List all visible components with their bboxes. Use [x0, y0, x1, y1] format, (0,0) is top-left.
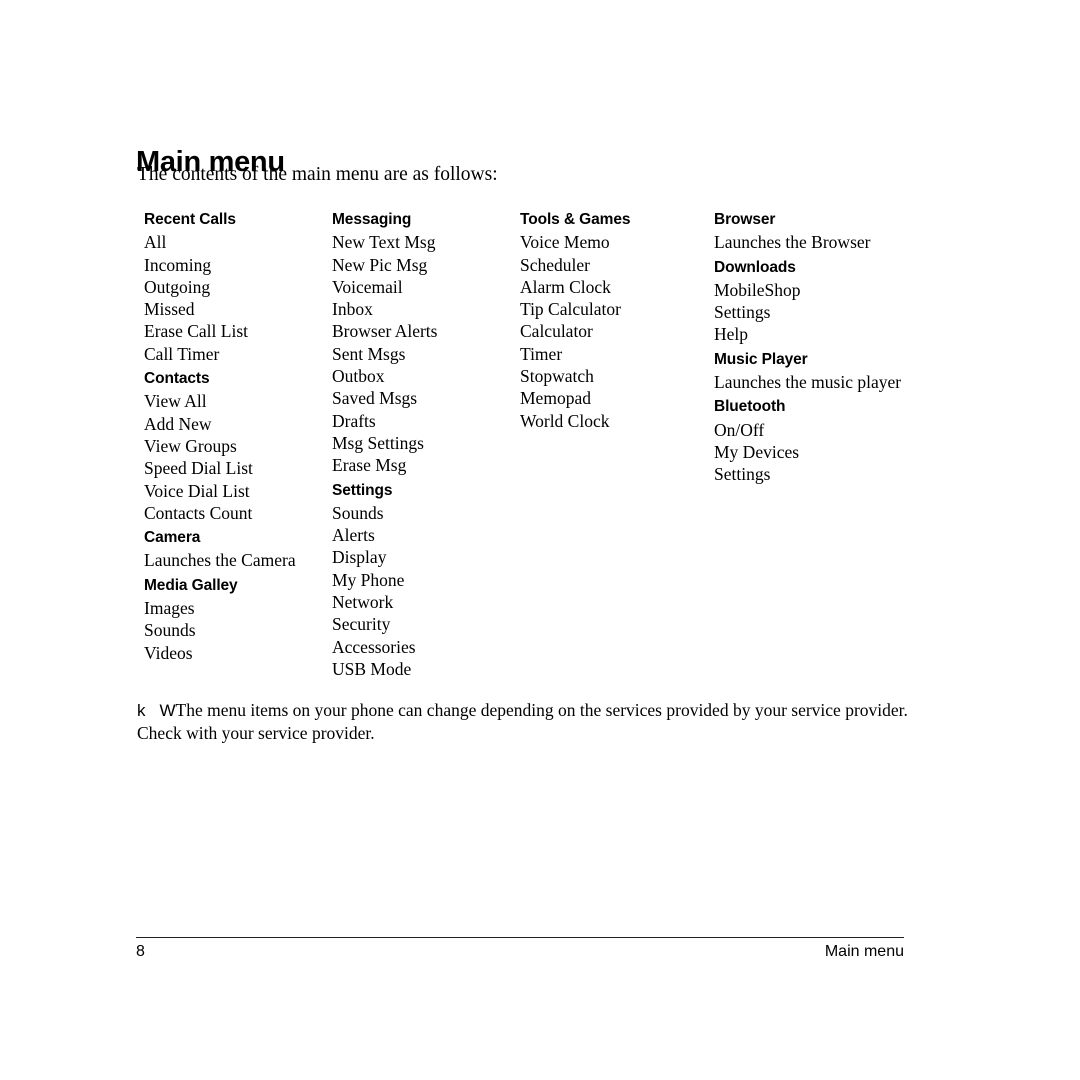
- menu-group-heading: Downloads: [714, 258, 796, 276]
- menu-item: Incoming: [144, 254, 212, 275]
- menu-group-heading: Browser: [714, 211, 776, 228]
- note-text: The menu items on your phone can change …: [137, 700, 908, 743]
- menu-item: Launches the Camera: [144, 550, 296, 571]
- menu-item: Network: [332, 592, 394, 613]
- menu-item: Display: [332, 547, 387, 568]
- menu-item: Sounds: [144, 620, 196, 641]
- footer-divider: [136, 937, 904, 938]
- menu-item: Sent Msgs: [332, 343, 406, 364]
- menu-item: Alarm Clock: [520, 276, 611, 297]
- menu-item: Add New: [144, 413, 212, 434]
- menu-item: Settings: [714, 302, 771, 323]
- menu-item: Accessories: [332, 636, 416, 657]
- menu-item: New Text Msg: [332, 232, 436, 253]
- menu-item: On/Off: [714, 419, 765, 440]
- menu-item: Voice Memo: [520, 232, 610, 253]
- menu-item: Drafts: [332, 410, 376, 431]
- menu-item: Msg Settings: [332, 432, 424, 453]
- menu-item: All: [144, 232, 167, 253]
- menu-column-3: Tools & Games Voice Memo Scheduler Alarm Cl…: [520, 209, 710, 432]
- menu-item: Erase Call List: [144, 321, 249, 342]
- menu-item: Call Timer: [144, 343, 220, 364]
- menu-group-heading: Music Player: [714, 350, 808, 368]
- menu-item: Browser Alerts: [332, 321, 438, 342]
- menu-item: View Groups: [144, 435, 237, 456]
- footer-chapter-name: Main menu: [824, 943, 904, 960]
- menu-item: Voice Dial List: [144, 480, 250, 501]
- menu-column-2: Messaging New Text Msg New Pic Msg Voicemai…: [332, 209, 522, 680]
- note-warning-icon: W: [159, 701, 176, 720]
- menu-item: Help: [714, 324, 749, 345]
- menu-item: Videos: [144, 642, 193, 663]
- menu-item: Voicemail: [332, 276, 403, 297]
- menu-item: Missed: [144, 299, 195, 320]
- menu-item: Outbox: [332, 366, 385, 387]
- menu-item: Timer: [520, 343, 563, 364]
- menu-group-heading: Messaging: [332, 211, 412, 228]
- menu-column-4: Browser Launches the Browser Downloads Mobi…: [714, 209, 924, 486]
- menu-group-heading: Settings: [332, 481, 393, 499]
- menu-item: Calculator: [520, 321, 593, 342]
- menu-item: Launches the Browser: [714, 232, 871, 253]
- menu-group-heading: Bluetooth: [714, 398, 786, 416]
- menu-item: My Phone: [332, 569, 405, 590]
- menu-item: MobileShop: [714, 279, 801, 300]
- menu-group-heading: Media Galley: [144, 576, 238, 594]
- menu-item: My Devices: [714, 441, 800, 462]
- menu-item: Memopad: [520, 388, 591, 409]
- intro-paragraph: The contents of the main menu are as fol…: [137, 164, 498, 185]
- menu-item: Settings: [714, 464, 771, 485]
- menu-item: World Clock: [520, 410, 610, 431]
- menu-group-heading: Tools & Games: [520, 211, 631, 228]
- menu-item: Images: [144, 598, 195, 619]
- document-page: Main menu The contents of the main menu …: [0, 0, 1080, 1080]
- menu-item: Inbox: [332, 299, 373, 320]
- menu-item: Saved Msgs: [332, 388, 418, 409]
- menu-item: Stopwatch: [520, 366, 594, 387]
- menu-group-heading: Recent Calls: [144, 211, 236, 228]
- menu-group-heading: Contacts: [144, 370, 210, 388]
- menu-item: Launches the music player: [714, 372, 902, 393]
- menu-item: Scheduler: [520, 254, 590, 275]
- menu-item: View All: [144, 391, 207, 412]
- menu-item: Alerts: [332, 525, 375, 546]
- menu-group-heading: Camera: [144, 529, 201, 547]
- menu-item: Erase Msg: [332, 455, 407, 476]
- menu-column-1: Recent Calls All Incoming Outgoing Missed Era…: [144, 209, 334, 664]
- menu-item: Tip Calculator: [520, 299, 621, 320]
- menu-item: USB Mode: [332, 658, 412, 679]
- menu-item: Outgoing: [144, 276, 211, 297]
- footer-page-number: 8: [136, 943, 145, 960]
- note-mark-icon: k: [137, 701, 146, 720]
- menu-item: Sounds: [332, 502, 384, 523]
- note-paragraph: k WThe menu items on your phone can chang…: [137, 699, 927, 745]
- menu-item: New Pic Msg: [332, 254, 428, 275]
- menu-item: Contacts Count: [144, 502, 253, 523]
- menu-item: Security: [332, 614, 391, 635]
- menu-item: Speed Dial List: [144, 458, 253, 479]
